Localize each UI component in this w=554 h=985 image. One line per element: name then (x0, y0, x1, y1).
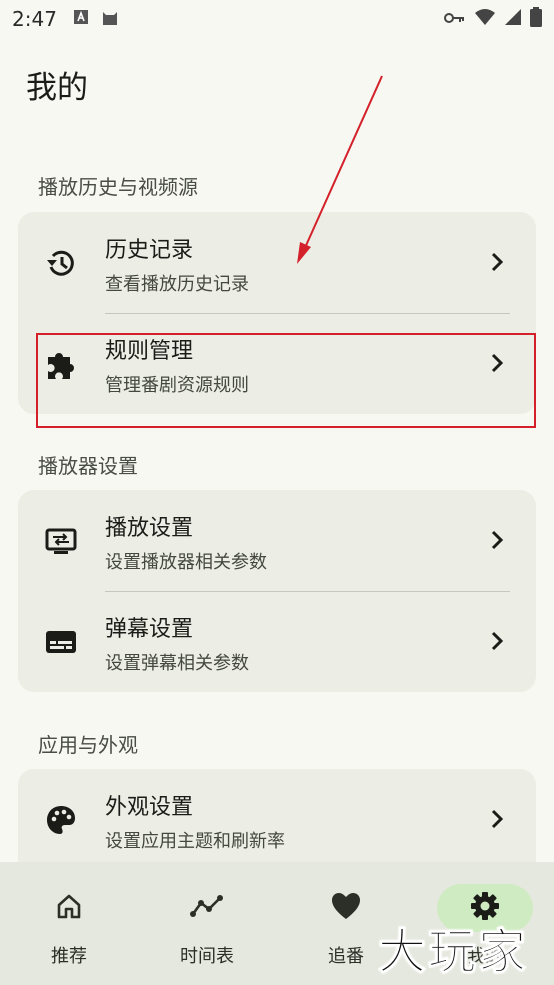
wifi-icon (474, 8, 496, 30)
chevron-right-icon (490, 807, 506, 831)
battery-icon (530, 7, 542, 31)
font-app-icon (73, 9, 89, 29)
row-subtitle: 设置应用主题和刷新率 (105, 831, 285, 852)
player-settings-icon (44, 524, 78, 558)
chevron-right-icon (490, 528, 506, 552)
row-subtitle: 查看播放历史记录 (105, 274, 249, 295)
cat-app-icon (101, 8, 119, 30)
history-icon (44, 246, 78, 280)
annotation-highlight-box (36, 333, 536, 428)
nav-item-schedule[interactable]: 时间表 (147, 862, 267, 985)
chevron-right-icon (490, 250, 506, 274)
status-left-icons (73, 8, 119, 30)
timeline-icon (189, 891, 225, 925)
nav-item-recommend[interactable]: 推荐 (9, 862, 129, 985)
subtitles-icon (44, 625, 78, 659)
row-title: 弹幕设置 (105, 617, 194, 642)
row-subtitle: 设置弹幕相关参数 (105, 653, 249, 674)
settings-row-danmaku[interactable]: 弹幕设置 设置弹幕相关参数 (18, 591, 536, 692)
signal-icon (504, 8, 522, 30)
status-right-icons (444, 7, 542, 31)
section-header-player: 播放器设置 (38, 454, 138, 478)
nav-icon-container (159, 884, 255, 932)
home-icon (54, 891, 84, 925)
settings-row-appearance[interactable]: 外观设置 设置应用主题和刷新率 (18, 769, 536, 870)
chevron-right-icon (490, 629, 506, 653)
heart-icon (330, 891, 362, 925)
settings-row-history[interactable]: 历史记录 查看播放历史记录 (18, 212, 536, 313)
nav-icon-container (21, 884, 117, 932)
status-bar: 2:47 (0, 0, 554, 38)
key-icon (444, 10, 466, 29)
nav-label: 时间表 (180, 946, 234, 967)
watermark: 大玩家 (377, 924, 529, 981)
status-time: 2:47 (12, 7, 57, 31)
nav-label: 推荐 (51, 946, 87, 967)
section-header-appearance: 应用与外观 (38, 733, 138, 757)
row-title: 播放设置 (105, 516, 194, 541)
row-subtitle: 设置播放器相关参数 (105, 552, 267, 573)
settings-row-playback[interactable]: 播放设置 设置播放器相关参数 (18, 490, 536, 591)
section-header-history-sources: 播放历史与视频源 (38, 175, 198, 199)
card-player: 播放设置 设置播放器相关参数 弹幕设置 设置弹幕相关参数 (18, 490, 536, 692)
row-title: 外观设置 (105, 795, 194, 820)
page-title: 我的 (26, 70, 88, 106)
palette-icon (44, 803, 78, 837)
row-title: 历史记录 (105, 238, 194, 263)
